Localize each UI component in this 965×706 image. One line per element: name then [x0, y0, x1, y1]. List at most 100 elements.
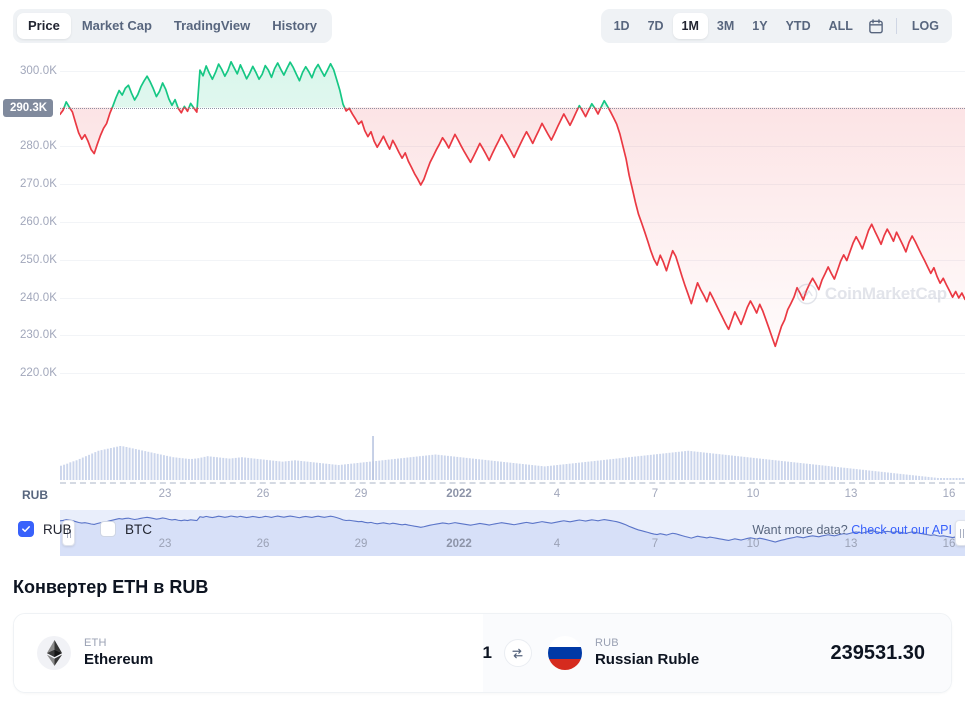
- volume-bar: [378, 460, 381, 480]
- range-1d[interactable]: 1D: [605, 13, 639, 39]
- converter-amount-input[interactable]: 1: [483, 643, 492, 663]
- volume-bar: [365, 461, 368, 480]
- volume-bar: [337, 465, 340, 480]
- volume-bar: [493, 460, 496, 480]
- volume-bar: [256, 458, 259, 480]
- volume-bar: [540, 466, 543, 480]
- volume-bar: [893, 473, 896, 480]
- volume-bar: [138, 449, 140, 480]
- volume-bar: [865, 470, 868, 480]
- volume-bar: [596, 460, 599, 480]
- x-axis-tick: 29: [354, 488, 368, 500]
- volume-bar: [668, 452, 671, 480]
- volume-bar: [72, 461, 75, 480]
- volume-bar: [883, 472, 886, 480]
- legend-label: RUB: [43, 521, 72, 537]
- volume-bar: [702, 452, 705, 480]
- volume-bar: [930, 477, 933, 480]
- current-price-reference-line: [60, 107, 965, 109]
- legend-item-btc[interactable]: BTC: [100, 521, 152, 537]
- volume-bar: [306, 461, 309, 480]
- volume-bar: [184, 458, 187, 480]
- y-axis-tick: 280.0K: [19, 140, 57, 153]
- converter-to-side[interactable]: 1 RUB Russian Ruble 239531.30: [482, 614, 951, 692]
- volume-bar: [765, 459, 768, 480]
- volume-bar: [166, 455, 169, 480]
- volume-bar: [812, 464, 815, 480]
- volume-bar: [915, 475, 917, 480]
- volume-bar: [618, 458, 621, 480]
- volume-bar: [762, 458, 765, 480]
- volume-bar: [721, 454, 724, 480]
- volume-bar: [696, 451, 699, 480]
- api-link[interactable]: Check out our API: [851, 523, 952, 537]
- y-axis-tick: 220.0K: [19, 367, 57, 380]
- volume-bar: [574, 463, 577, 480]
- volume-bar: [565, 464, 568, 480]
- volume-bar: [484, 459, 487, 480]
- x-axis-tick: 7: [651, 488, 659, 500]
- range-7d[interactable]: 7D: [639, 13, 673, 39]
- volume-bar: [952, 478, 955, 480]
- current-price-badge: 290.3K: [3, 98, 54, 117]
- tab-tradingview[interactable]: TradingView: [163, 13, 261, 39]
- checkbox-btc[interactable]: [100, 521, 116, 537]
- volume-bar: [150, 452, 153, 480]
- volume-bar: [212, 456, 215, 480]
- legend-item-rub[interactable]: RUB: [18, 521, 72, 537]
- x-axis-tick: 4: [553, 488, 561, 500]
- volume-bar: [63, 464, 66, 480]
- volume-bar: [958, 478, 961, 480]
- volume-spike: [372, 436, 374, 480]
- range-3m[interactable]: 3M: [708, 13, 743, 39]
- volume-bar: [955, 478, 958, 480]
- checkbox-rub[interactable]: [18, 521, 34, 537]
- volume-bar: [278, 461, 281, 480]
- range-all[interactable]: ALL: [820, 13, 862, 39]
- tab-history[interactable]: History: [261, 13, 328, 39]
- volume-bar: [228, 458, 231, 480]
- volume-bar: [362, 462, 365, 480]
- volume-bar: [584, 461, 587, 480]
- volume-bar: [749, 457, 752, 480]
- volume-bar: [450, 456, 453, 480]
- volume-bar: [172, 457, 175, 480]
- range-1m[interactable]: 1M: [672, 13, 708, 39]
- log-scale-button[interactable]: LOG: [903, 13, 948, 39]
- volume-bar: [78, 458, 81, 480]
- volume-bar: [780, 460, 783, 480]
- volume-bar: [368, 461, 371, 480]
- volume-bar: [905, 474, 908, 480]
- volume-bar: [556, 465, 559, 480]
- swap-arrows-icon: [512, 648, 524, 658]
- volume-bar: [281, 461, 284, 480]
- volume-bar: [103, 449, 106, 480]
- volume-bar: [852, 468, 855, 480]
- volume-bar: [515, 463, 518, 480]
- volume-bar: [490, 460, 493, 480]
- volume-bar: [537, 465, 540, 480]
- volume-bar: [175, 457, 178, 480]
- price-chart[interactable]: 300.0K 280.0K 270.0K 260.0K 250.0K 240.0K 230.…: [0, 52, 965, 556]
- volume-bar: [128, 447, 131, 480]
- tab-price[interactable]: Price: [17, 13, 71, 39]
- calendar-icon[interactable]: [862, 13, 890, 39]
- volume-bar: [827, 466, 830, 480]
- volume-bar: [924, 476, 927, 480]
- volume-bar: [359, 462, 362, 480]
- volume-bar: [718, 454, 721, 480]
- volume-bar: [113, 447, 115, 480]
- chart-plot[interactable]: [60, 52, 965, 392]
- tab-market-cap[interactable]: Market Cap: [71, 13, 163, 39]
- russia-flag-icon: [547, 636, 582, 670]
- range-1y[interactable]: 1Y: [743, 13, 776, 39]
- volume-bar: [434, 454, 437, 480]
- volume-bar: [225, 458, 228, 480]
- volume-bar: [621, 457, 624, 480]
- volume-bar: [122, 446, 125, 480]
- converter-from-side[interactable]: ETH Ethereum: [14, 614, 483, 692]
- swap-icon[interactable]: [503, 639, 532, 667]
- range-ytd[interactable]: YTD: [777, 13, 820, 39]
- volume-bar: [159, 454, 162, 480]
- volume-bar: [546, 466, 549, 480]
